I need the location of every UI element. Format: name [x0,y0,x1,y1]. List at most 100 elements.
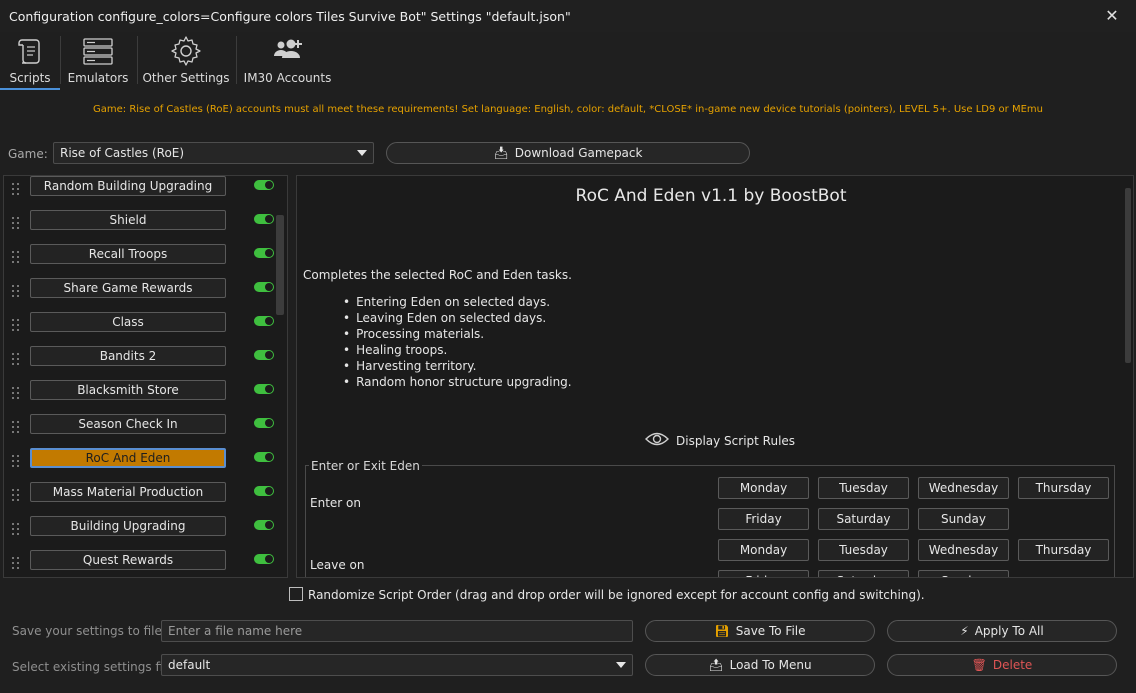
close-icon[interactable]: ✕ [1100,4,1124,28]
day-toggle-thursday[interactable]: Thursday [1018,539,1109,561]
script-button[interactable]: Shield [30,210,226,230]
file-name-input[interactable]: Enter a file name here [161,620,633,642]
tab-other-settings[interactable]: Other Settings [140,32,232,90]
settings-file-select[interactable]: default [161,654,633,676]
drag-handle-icon[interactable] [12,319,22,335]
day-toggle-wednesday[interactable]: Wednesday [918,539,1009,561]
list-item: Leaving Eden on selected days. [343,310,572,326]
script-row[interactable]: RoC And Eden [4,448,274,482]
delete-button[interactable]: 🗑︎ Delete [887,654,1117,676]
script-row[interactable]: Recall Troops [4,244,274,278]
tab-label: Emulators [67,71,129,85]
day-toggle-wednesday[interactable]: Wednesday [918,477,1009,499]
save-settings-label: Save your settings to file [12,624,162,638]
drag-handle-icon[interactable] [12,353,22,369]
script-row[interactable]: Mass Material Production [4,482,274,516]
script-enabled-toggle[interactable] [254,214,274,224]
drag-handle-icon[interactable] [12,387,22,403]
script-row[interactable]: Quest Rewards [4,550,274,577]
script-row[interactable]: Blacksmith Store [4,380,274,414]
leave-on-label: Leave on [310,558,365,572]
randomize-order-checkbox[interactable] [289,587,303,601]
day-toggle-saturday[interactable]: Saturday [818,508,909,530]
day-toggle-tuesday[interactable]: Tuesday [818,477,909,499]
chevron-down-icon [616,662,626,668]
lightning-icon: ⚡︎ [960,624,969,638]
script-button[interactable]: Share Game Rewards [30,278,226,298]
script-row[interactable]: Bandits 2 [4,346,274,380]
script-enabled-toggle[interactable] [254,418,274,428]
script-enabled-toggle[interactable] [254,316,274,326]
script-enabled-toggle[interactable] [254,384,274,394]
day-toggle-friday[interactable]: Friday [718,570,809,577]
script-enabled-toggle[interactable] [254,520,274,530]
script-row[interactable]: Season Check In [4,414,274,448]
tab-label: Other Settings [142,71,230,85]
day-toggle-thursday[interactable]: Thursday [1018,477,1109,499]
script-button[interactable]: Building Upgrading [30,516,226,536]
script-button[interactable]: Bandits 2 [30,346,226,366]
script-enabled-toggle[interactable] [254,180,274,190]
requirements-notice: Game: Rise of Castles (RoE) accounts mus… [93,104,1043,115]
drag-handle-icon[interactable] [12,183,22,199]
script-row[interactable]: Class [4,312,274,346]
script-enabled-toggle[interactable] [254,452,274,462]
game-label: Game: [8,147,48,161]
drag-handle-icon[interactable] [12,217,22,233]
drag-handle-icon[interactable] [12,489,22,505]
apply-to-all-button[interactable]: ⚡︎ Apply To All [887,620,1117,642]
drag-handle-icon[interactable] [12,251,22,267]
script-button[interactable]: RoC And Eden [30,448,226,468]
gear-icon [171,36,201,66]
list-item: Processing materials. [343,326,572,342]
script-enabled-toggle[interactable] [254,282,274,292]
tab-im30-accounts[interactable]: IM30 Accounts [240,32,335,90]
script-enabled-toggle[interactable] [254,486,274,496]
script-button[interactable]: Random Building Upgrading [30,176,226,196]
select-settings-label: Select existing settings file [12,660,174,674]
group-title: Enter or Exit Eden [309,459,422,473]
detail-scrollbar[interactable] [1125,188,1131,363]
script-button[interactable]: Recall Troops [30,244,226,264]
tab-scripts[interactable]: Scripts [0,32,60,90]
list-item: Random honor structure upgrading. [343,374,572,390]
load-to-menu-button[interactable]: 📤︎ Load To Menu [645,654,875,676]
drag-handle-icon[interactable] [12,455,22,471]
drag-handle-icon[interactable] [12,285,22,301]
download-gamepack-button[interactable]: 📥︎ Download Gamepack [386,142,750,164]
trash-icon: 🗑︎ [971,658,987,672]
script-button[interactable]: Mass Material Production [30,482,226,502]
script-enabled-toggle[interactable] [254,554,274,564]
day-toggle-sunday[interactable]: Sunday [918,508,1009,530]
day-toggle-friday[interactable]: Friday [718,508,809,530]
window-title: Configuration configure_colors=Configure… [9,9,571,24]
apply-to-all-label: Apply To All [974,624,1044,638]
script-enabled-toggle[interactable] [254,248,274,258]
day-toggle-saturday[interactable]: Saturday [818,570,909,577]
download-gamepack-label: Download Gamepack [514,146,643,160]
script-row[interactable]: Share Game Rewards [4,278,274,312]
script-row[interactable]: Shield [4,210,274,244]
script-row[interactable]: Random Building Upgrading [4,176,274,210]
tab-label: Scripts [9,71,51,85]
tab-emulators[interactable]: Emulators [62,32,134,90]
script-button[interactable]: Class [30,312,226,332]
drag-handle-icon[interactable] [12,557,22,573]
script-list[interactable]: Random Building Upgrading Shield Recall Tr… [3,175,288,578]
day-toggle-sunday[interactable]: Sunday [918,570,1009,577]
script-enabled-toggle[interactable] [254,350,274,360]
script-description: Completes the selected RoC and Eden task… [303,268,572,282]
day-toggle-tuesday[interactable]: Tuesday [818,539,909,561]
script-list-scrollbar[interactable] [276,215,284,315]
list-item: Entering Eden on selected days. [343,294,572,310]
script-row[interactable]: Building Upgrading [4,516,274,550]
drag-handle-icon[interactable] [12,421,22,437]
script-button[interactable]: Season Check In [30,414,226,434]
game-select[interactable]: Rise of Castles (RoE) [53,142,374,164]
drag-handle-icon[interactable] [12,523,22,539]
day-toggle-monday[interactable]: Monday [718,477,809,499]
day-toggle-monday[interactable]: Monday [718,539,809,561]
script-button[interactable]: Blacksmith Store [30,380,226,400]
script-button[interactable]: Quest Rewards [30,550,226,570]
save-to-file-button[interactable]: 💾︎ Save To File [645,620,875,642]
